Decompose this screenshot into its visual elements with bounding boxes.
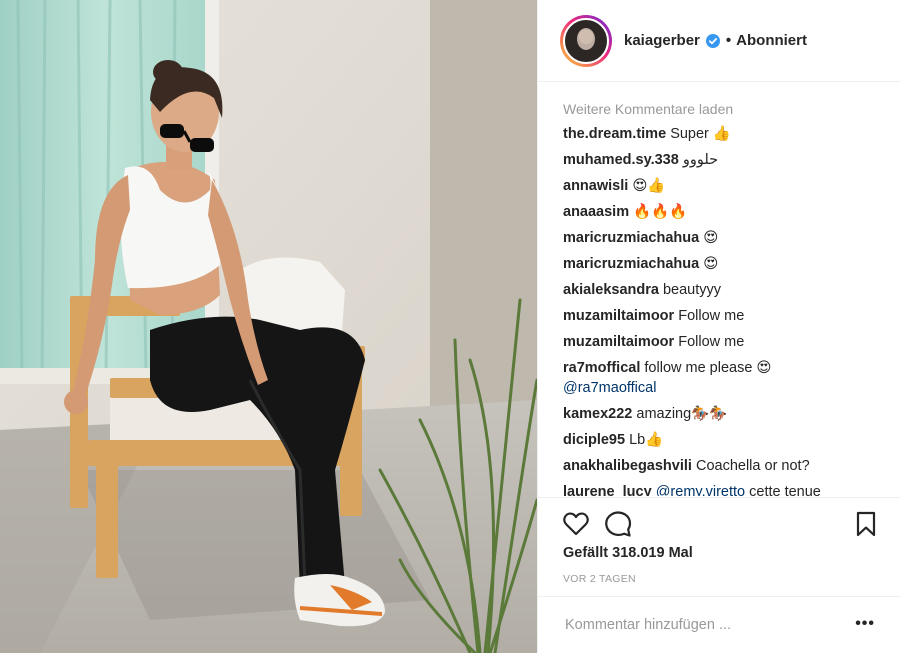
comment-username[interactable]: the.dream.time [563,126,666,142]
likes-count[interactable]: Gefällt 318.019 Mal [563,545,693,561]
bookmark-icon[interactable] [852,510,880,538]
post-actions: Gefällt 318.019 Mal VOR 2 TAGEN [538,497,900,585]
comment-username[interactable]: muzamiltaimoor [563,308,674,324]
load-more-comments-link[interactable]: Weitere Kommentare laden [563,98,881,120]
comment-username[interactable]: anakhalibegashvili [563,458,692,474]
comment-text: Follow me [678,334,745,350]
more-options-button[interactable]: ••• [855,615,875,633]
comment-item: akialeksandra beautyyy [563,280,881,300]
comment-text: follow me please 😍 [644,360,772,376]
comment-username[interactable]: muhamed.sy.338 [563,152,679,168]
comment-username[interactable]: akialeksandra [563,282,659,298]
comment-item: ra7moffical follow me please 😍 @ra7maoff… [563,358,881,398]
comment-username[interactable]: kamex222 [563,406,632,422]
comment-text: 😍 [703,230,719,246]
comment-text: 😍 [703,256,719,272]
comment-username[interactable]: diciple95 [563,432,625,448]
comment-text: cette tenue [749,484,821,496]
comment-username[interactable]: ra7moffical [563,360,640,376]
comment-item: laurene_lucy @remy.viretto cette tenue [563,482,881,496]
comment-mention-link[interactable]: @remy.viretto [656,484,745,496]
comment-icon[interactable] [604,510,632,538]
comments-list[interactable]: Weitere Kommentare laden the.dream.time … [563,98,881,496]
heart-icon[interactable] [562,510,590,538]
follow-state-button[interactable]: Abonniert [736,32,807,49]
comment-mention-link[interactable]: @ra7maoffical [563,378,881,398]
comment-text: amazing🏇🏇 [636,406,728,422]
header-separator: • [725,32,732,49]
post-photo[interactable] [0,0,537,653]
comment-text: Coachella or not? [695,458,810,474]
comment-item: maricruzmiachahua 😍 [563,254,881,274]
comment-text: Super 👍 [670,126,731,142]
comment-username[interactable]: maricruzmiachahua [563,230,699,246]
comment-item: kamex222 amazing🏇🏇 [563,404,881,424]
comment-item: diciple95 Lb👍 [563,430,881,450]
comment-username[interactable]: muzamiltaimoor [563,334,674,350]
comment-username[interactable]: laurene_lucy [563,484,652,496]
comment-item: the.dream.time Super 👍 [563,124,881,144]
comment-text: beautyyy [662,282,722,298]
profile-username[interactable]: kaiagerber [624,32,700,49]
comment-text: حلووو [682,152,719,168]
comment-item: maricruzmiachahua 😍 [563,228,881,248]
comment-text: Follow me [678,308,745,324]
comment-item: anakhalibegashvili Coachella or not? [563,456,881,476]
comment-item: annawisli 😍👍 [563,176,881,196]
comment-item: muhamed.sy.338 حلووو [563,150,881,170]
instagram-post: kaiagerber • Abonniert Weitere Kommentar… [0,0,900,653]
post-timestamp[interactable]: VOR 2 TAGEN [563,573,636,585]
avatar[interactable] [563,17,609,64]
comment-item: muzamiltaimoor Follow me [563,332,881,352]
post-side-panel: kaiagerber • Abonniert Weitere Kommentar… [537,0,900,653]
action-icons [538,498,900,550]
post-header: kaiagerber • Abonniert [538,0,900,82]
post-photo-illustration [0,0,537,653]
comment-username[interactable]: anaaasim [563,204,629,220]
comment-username[interactable]: maricruzmiachahua [563,256,699,272]
verified-badge-icon [705,33,720,48]
comment-text: 🔥🔥🔥 [633,204,688,220]
comment-input[interactable]: Kommentar hinzufügen ... [565,617,731,633]
comment-text: Lb👍 [629,432,664,448]
story-ring[interactable] [560,14,612,67]
comment-username[interactable]: annawisli [563,178,628,194]
add-comment-bar: Kommentar hinzufügen ... ••• [538,596,900,653]
comment-text: 😍👍 [632,178,666,194]
comment-item: anaaasim 🔥🔥🔥 [563,202,881,222]
comment-item: muzamiltaimoor Follow me [563,306,881,326]
